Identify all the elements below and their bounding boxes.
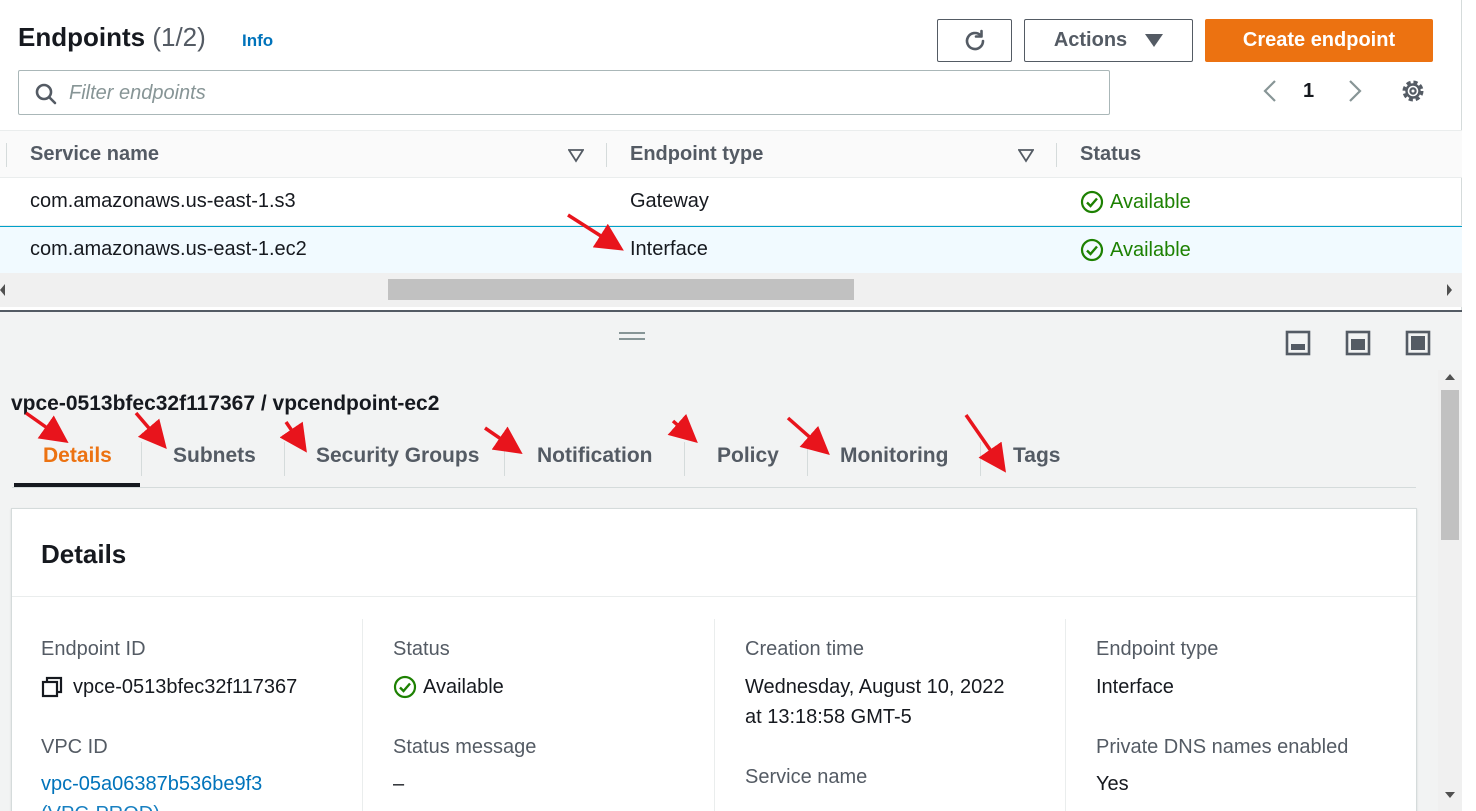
annotation-arrow <box>667 413 698 443</box>
annotation-arrow <box>786 416 830 455</box>
annotation-arrow <box>279 421 307 453</box>
annotation-arrow <box>24 411 69 444</box>
annotation-arrow <box>567 213 624 251</box>
annotation-arrow <box>484 426 523 454</box>
annotation-arrow <box>964 414 1006 473</box>
annotation-arrow <box>134 411 167 449</box>
annotation-overlay <box>24 213 1006 473</box>
